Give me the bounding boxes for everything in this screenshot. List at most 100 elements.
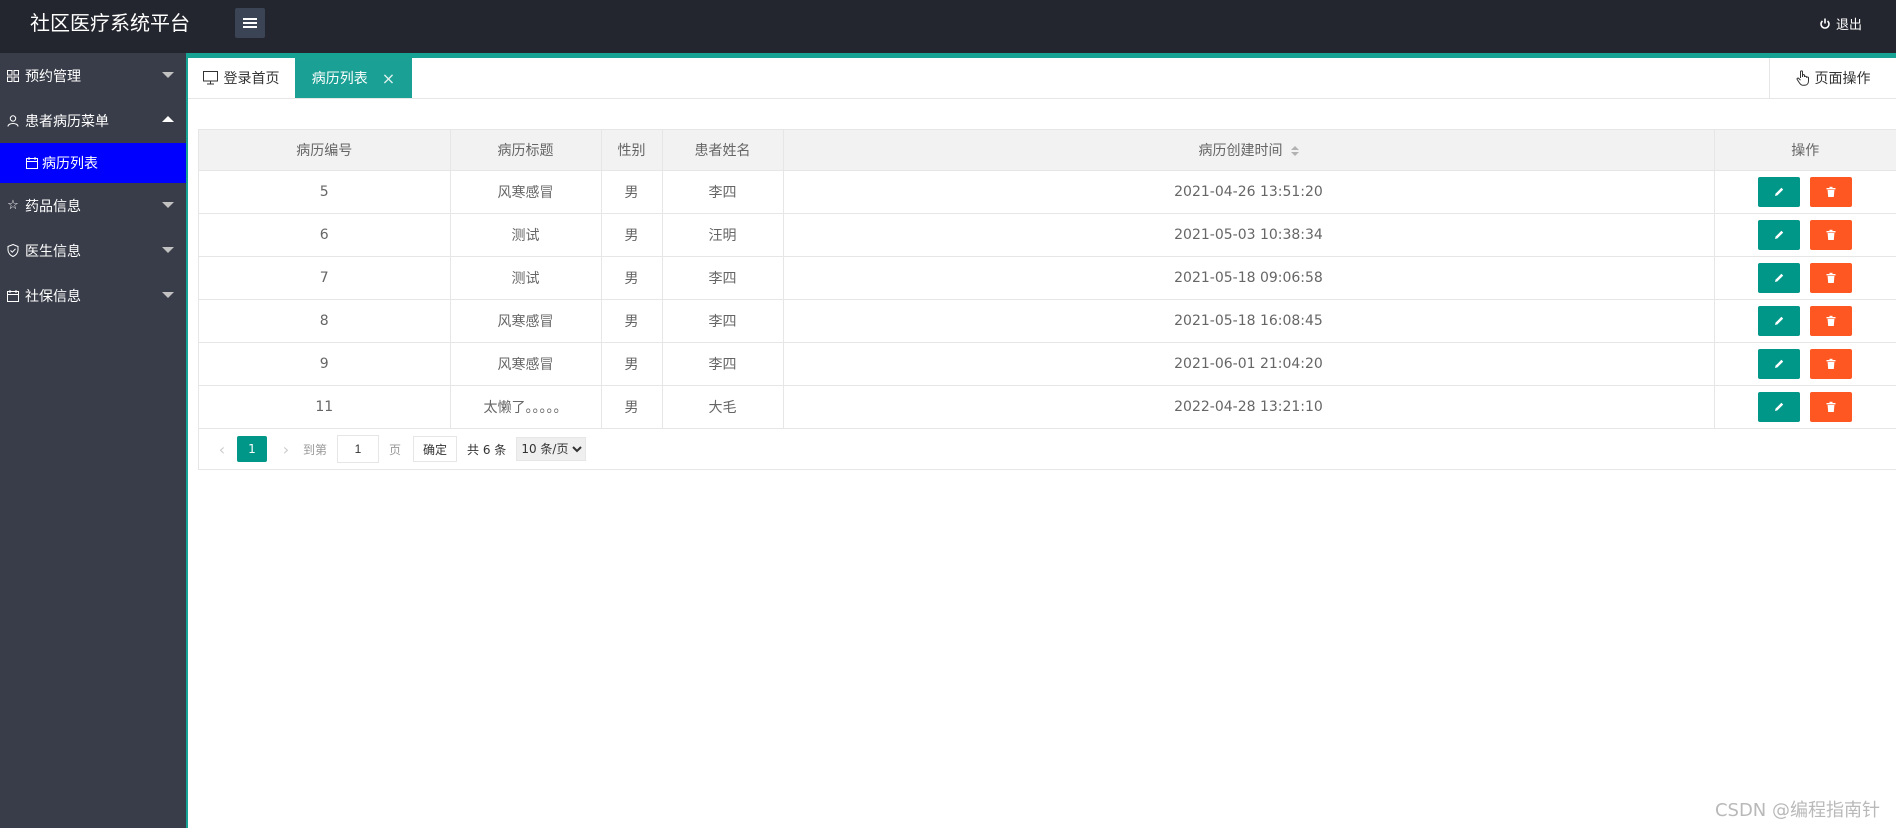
edit-button[interactable] — [1758, 177, 1801, 207]
column-header-created-label: 病历创建时间 — [1198, 143, 1283, 159]
cell-title: 风寒感冒 — [450, 170, 602, 214]
trash-icon — [1826, 186, 1836, 197]
hand-pointer-icon — [1796, 70, 1809, 86]
grid-icon — [6, 69, 20, 83]
tab-home[interactable]: 登录首页 — [188, 58, 294, 98]
pencil-icon — [1775, 187, 1784, 196]
table-header-row: 病历编号 病历标题 性别 患者姓名 病历创建时间 操作 — [199, 130, 1896, 171]
sidebar-item-label: 社保信息 — [25, 288, 81, 305]
cell-actions — [1714, 256, 1896, 300]
column-header-record-id: 病历编号 — [199, 130, 451, 171]
pencil-icon — [1775, 230, 1784, 239]
sidebar-item-label: 医生信息 — [25, 243, 81, 260]
delete-button[interactable] — [1810, 220, 1853, 250]
delete-button[interactable] — [1810, 263, 1853, 293]
hamburger-icon-bar — [243, 22, 257, 24]
page-unit-label: 页 — [389, 442, 402, 457]
cell-actions — [1714, 342, 1896, 386]
tab-record-list[interactable]: 病历列表 × — [295, 58, 412, 98]
goto-label: 到第 — [303, 442, 328, 457]
page-number-input[interactable] — [337, 435, 380, 463]
edit-button[interactable] — [1758, 349, 1801, 379]
close-icon[interactable]: × — [382, 69, 395, 88]
star-icon: ☆ — [7, 198, 19, 213]
delete-button[interactable] — [1810, 306, 1853, 336]
sort-icon[interactable] — [1290, 146, 1299, 156]
sidebar-item-label: 患者病历菜单 — [25, 113, 109, 130]
trash-icon — [1826, 229, 1836, 240]
cell-record-id: 9 — [199, 342, 451, 386]
app-title: 社区医疗系统平台 — [30, 11, 190, 35]
total-count-label: 共 6 条 — [467, 442, 507, 457]
sidebar: 预约管理 患者病历菜单 病历列表 ☆ 药品信息 医生信息 社保信息 — [0, 53, 188, 828]
chevron-down-icon — [162, 72, 174, 78]
page-operations-button[interactable]: 页面操作 — [1769, 58, 1896, 98]
column-header-gender: 性别 — [601, 130, 663, 171]
edit-button[interactable] — [1758, 392, 1801, 422]
prev-page-icon[interactable]: ‹ — [211, 440, 233, 459]
records-table: 病历编号 病历标题 性别 患者姓名 病历创建时间 操作 5 风寒感冒男李四 2021… — [198, 129, 1896, 470]
pencil-icon — [1775, 273, 1784, 282]
column-header-patient-name: 患者姓名 — [662, 130, 784, 171]
cell-actions — [1714, 299, 1896, 343]
cell-record-id: 11 — [199, 385, 451, 429]
sidebar-subitem-label: 病历列表 — [42, 156, 98, 172]
sidebar-item-doctors[interactable]: 医生信息 — [0, 228, 186, 273]
menu-toggle-button[interactable] — [235, 8, 265, 38]
delete-button[interactable] — [1810, 177, 1853, 207]
next-page-icon[interactable]: › — [275, 440, 297, 459]
table-row: 11 太懒了。。。。。男大毛 2022-04-28 13:21:10 — [199, 385, 1896, 429]
cell-patient-name: 汪明 — [662, 213, 784, 257]
cell-created-time: 2021-05-18 09:06:58 — [783, 256, 1715, 300]
cell-patient-name: 李四 — [662, 342, 784, 386]
edit-button[interactable] — [1758, 263, 1801, 293]
sidebar-item-medicine[interactable]: ☆ 药品信息 — [0, 183, 186, 228]
cell-gender: 男 — [601, 213, 663, 257]
pencil-icon — [1775, 316, 1784, 325]
sidebar-subitem-record-list[interactable]: 病历列表 — [0, 143, 186, 183]
confirm-page-button[interactable]: 确定 — [413, 436, 458, 462]
tab-bar: 登录首页 病历列表 × 页面操作 — [188, 58, 1896, 99]
cell-record-id: 8 — [199, 299, 451, 343]
trash-icon — [1826, 272, 1836, 283]
chevron-down-icon — [162, 202, 174, 208]
cell-gender: 男 — [601, 256, 663, 300]
cell-patient-name: 李四 — [662, 256, 784, 300]
cell-created-time: 2021-06-01 21:04:20 — [783, 342, 1715, 386]
user-icon — [6, 114, 20, 128]
cell-title: 风寒感冒 — [450, 342, 602, 386]
cell-record-id: 7 — [199, 256, 451, 300]
logout-label: 退出 — [1835, 18, 1862, 33]
cell-record-id: 5 — [199, 170, 451, 214]
sidebar-item-appointments[interactable]: 预约管理 — [0, 53, 186, 98]
calendar-icon — [26, 157, 38, 169]
logout-button[interactable]: 退出 — [1819, 14, 1862, 33]
cell-patient-name: 李四 — [662, 299, 784, 343]
top-bar: 社区医疗系统平台 退出 — [0, 0, 1896, 53]
current-page-button[interactable]: 1 — [237, 436, 267, 462]
monitor-icon — [202, 71, 218, 85]
pencil-icon — [1775, 359, 1784, 368]
delete-button[interactable] — [1810, 392, 1853, 422]
page-operations-label: 页面操作 — [1814, 71, 1871, 87]
edit-button[interactable] — [1758, 220, 1801, 250]
chevron-down-icon — [162, 247, 174, 253]
sidebar-item-patient-records[interactable]: 患者病历菜单 — [0, 98, 186, 143]
cell-gender: 男 — [601, 342, 663, 386]
pencil-icon — [1775, 402, 1784, 411]
column-header-actions: 操作 — [1714, 130, 1896, 171]
column-header-created-time[interactable]: 病历创建时间 — [783, 130, 1715, 171]
delete-button[interactable] — [1810, 349, 1853, 379]
table-row: 5 风寒感冒男李四 2021-04-26 13:51:20 — [199, 170, 1896, 214]
page-size-select[interactable]: 10 条/页 — [516, 437, 587, 461]
cell-patient-name: 李四 — [662, 170, 784, 214]
tab-record-list-label: 病历列表 — [311, 71, 368, 87]
edit-button[interactable] — [1758, 306, 1801, 336]
hamburger-icon — [243, 18, 257, 20]
trash-icon — [1826, 358, 1836, 369]
sidebar-item-social-security[interactable]: 社保信息 — [0, 273, 186, 318]
cell-created-time: 2022-04-28 13:21:10 — [783, 385, 1715, 429]
hamburger-icon-bar — [243, 26, 257, 28]
cell-patient-name: 大毛 — [662, 385, 784, 429]
calendar-icon — [6, 289, 20, 303]
